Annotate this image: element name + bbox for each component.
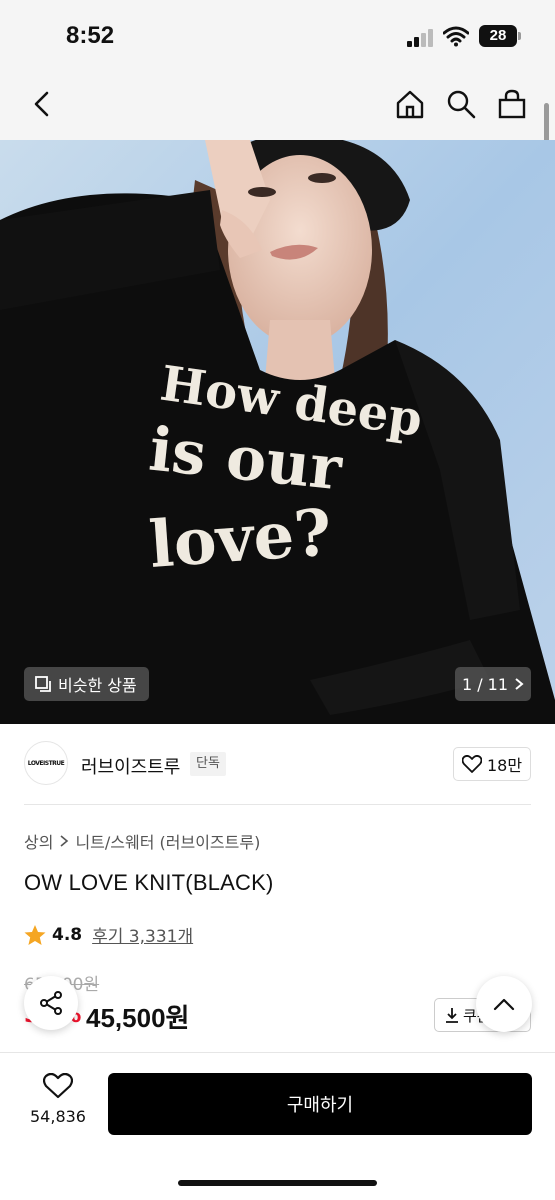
chevron-right-icon (60, 835, 69, 847)
battery-indicator: 28 (479, 25, 521, 47)
breadcrumb-subcategory[interactable]: 니트/스웨터 (러브이즈트루) (75, 829, 260, 853)
cart-button[interactable] (492, 84, 532, 124)
status-bar: 8:52 28 (0, 0, 555, 70)
search-icon (447, 90, 476, 119)
brand-name[interactable]: 러브이즈트루 (81, 753, 180, 779)
back-button[interactable] (22, 84, 62, 124)
sweater-text-line3: love? (147, 495, 334, 583)
product-title: OW LOVE KNIT(BLACK) (24, 870, 274, 895)
copy-icon (35, 676, 51, 692)
brand-like-count: 18만 (486, 756, 523, 775)
home-icon (396, 90, 424, 119)
bag-icon (498, 89, 526, 119)
brand-logo[interactable]: LOVEISTRUE (24, 741, 68, 785)
top-navigation (0, 70, 555, 140)
divider (24, 804, 531, 805)
breadcrumb: 상의 니트/스웨터 (러브이즈트루) (24, 829, 260, 853)
breadcrumb-category[interactable]: 상의 (24, 829, 53, 853)
download-icon (446, 1008, 458, 1023)
brand-logo-text: LOVEISTRUE (27, 759, 65, 767)
back-icon (34, 91, 49, 117)
chevron-up-icon (493, 998, 515, 1011)
wishlist-button[interactable]: 54,836 (22, 1072, 94, 1126)
home-indicator (178, 1180, 377, 1186)
share-icon (40, 991, 62, 1015)
share-button[interactable] (24, 976, 78, 1030)
status-time: 8:52 (66, 22, 115, 49)
search-button[interactable] (441, 84, 481, 124)
rating-summary: 4.8 후기 3,331개 (24, 922, 193, 947)
heart-icon (461, 755, 482, 773)
buy-button[interactable]: 구매하기 (108, 1073, 532, 1135)
product-photo: How deep is our love? (0, 140, 555, 724)
image-pager[interactable]: 1 / 11 (455, 667, 531, 701)
exclusive-badge: 단독 (190, 752, 226, 776)
scroll-to-top-button[interactable] (476, 976, 532, 1032)
similar-products-label: 비슷한 상품 (58, 676, 137, 695)
page-counter: 1 / 11 (461, 674, 509, 694)
bottom-action-bar: 54,836 구매하기 (0, 1052, 555, 1200)
star-icon (24, 924, 46, 945)
wishlist-count: 54,836 (30, 1107, 86, 1126)
signal-icon (407, 29, 433, 47)
product-image[interactable]: How deep is our love? 비슷한 상품 1 / 11 (0, 140, 555, 724)
chevron-right-icon (515, 678, 524, 690)
wifi-icon (443, 26, 469, 47)
sale-price: 45,500원 (86, 1003, 190, 1033)
brand-like-button[interactable]: 18만 (453, 747, 531, 781)
rating-score: 4.8 (52, 924, 83, 945)
similar-products-button[interactable]: 비슷한 상품 (24, 667, 149, 701)
home-button[interactable] (390, 84, 430, 124)
brand-row: LOVEISTRUE 러브이즈트루 단독 18만 (0, 724, 555, 804)
heart-icon (42, 1072, 74, 1099)
review-count-link[interactable]: 후기 3,331개 (92, 922, 193, 947)
